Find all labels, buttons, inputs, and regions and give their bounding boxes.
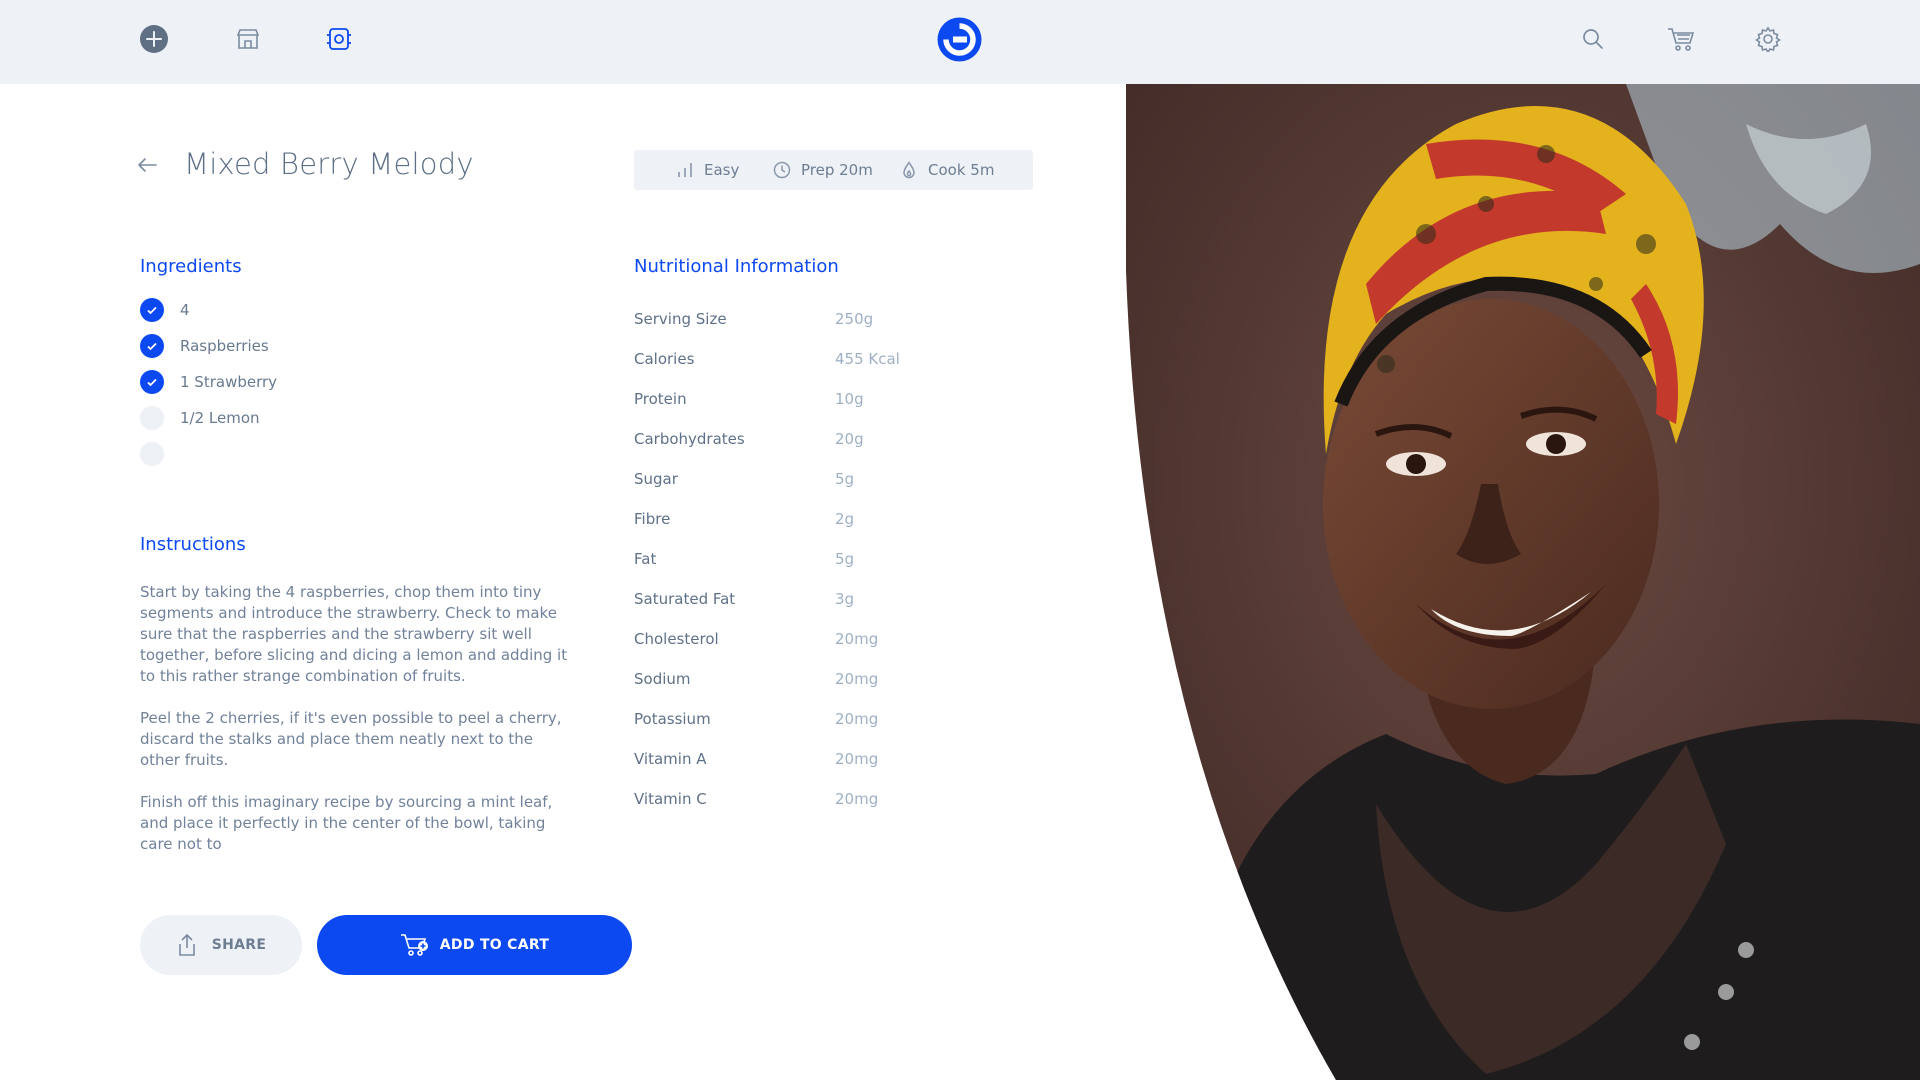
nutrient-name: Carbohydrates (634, 430, 745, 448)
ingredient-item[interactable]: 1/2 Lemon (140, 406, 260, 430)
ingredient-label: 1 Strawberry (180, 373, 278, 391)
fridge-icon[interactable] (323, 23, 355, 55)
nutrient-value: 20g (835, 430, 864, 448)
add-to-cart-label: ADD TO CART (439, 937, 550, 953)
nutrient-value: 5g (835, 470, 855, 488)
settings-icon[interactable] (1752, 23, 1784, 55)
nutrient-name: Sodium (634, 670, 691, 688)
nutrient-value: 20mg (835, 790, 879, 808)
nutrient-value: 10g (835, 390, 864, 408)
search-icon[interactable] (1577, 23, 1609, 55)
instructions-heading: Instructions (140, 534, 246, 555)
plus-circle-icon[interactable] (138, 23, 170, 55)
ingredient-label: Raspberries (180, 337, 269, 355)
nutrient-name: Sugar (634, 470, 678, 488)
cart-add-icon (400, 934, 428, 956)
top-navigation-bar (0, 0, 1920, 84)
nutrient-value: 250g (835, 310, 874, 328)
nutrient-name: Protein (634, 390, 687, 408)
store-icon[interactable] (232, 23, 264, 55)
instruction-paragraph: Finish off this imaginary recipe by sour… (140, 793, 553, 853)
nutrient-value: 20mg (835, 750, 879, 768)
prep-time-item: Prep 20m (773, 161, 873, 179)
instruction-paragraph: Start by taking the 4 raspberries, chop … (140, 583, 568, 685)
nutrient-name: Vitamin A (634, 750, 707, 768)
ingredient-item[interactable]: 1 Strawberry (140, 370, 277, 394)
checkbox-unchecked[interactable] (140, 442, 164, 466)
nutrient-value: 455 Kcal (835, 350, 900, 368)
checkbox-unchecked[interactable] (140, 406, 164, 430)
add-to-cart-button[interactable]: ADD TO CART (317, 915, 632, 975)
nutrient-name: Potassium (634, 710, 711, 728)
ingredient-item[interactable]: Raspberries (140, 334, 269, 358)
nutrient-name: Calories (634, 350, 695, 368)
hero-photo (1126, 84, 1920, 1080)
share-button[interactable]: SHARE (140, 915, 302, 975)
difficulty-item: Easy (676, 161, 739, 179)
checkbox-checked[interactable] (140, 370, 164, 394)
cook-time-item: Cook 5m (900, 161, 994, 179)
ingredient-label: 1/2 Lemon (180, 409, 260, 427)
difficulty-label: Easy (704, 161, 740, 179)
clock-icon (773, 161, 791, 179)
share-button-label: SHARE (211, 937, 267, 953)
nutrient-value: 20mg (835, 710, 879, 728)
nutrient-name: Fat (634, 550, 657, 568)
difficulty-bars-icon (678, 163, 692, 177)
recipe-meta-bar: Easy Prep 20m Cook 5m (634, 150, 1033, 190)
recipe-title: Mixed Berry Melody (184, 147, 474, 181)
instruction-paragraph: Peel the 2 cherries, if it's even possib… (140, 709, 562, 769)
flame-icon (903, 161, 915, 179)
checkbox-checked[interactable] (140, 334, 164, 358)
nutrient-name: Saturated Fat (634, 590, 736, 608)
nutrition-heading: Nutritional Information (634, 256, 839, 277)
checkbox-checked[interactable] (140, 298, 164, 322)
ingredient-label: 4 (180, 301, 190, 319)
nutrient-value: 2g (835, 510, 855, 528)
ingredient-item[interactable]: 4 (140, 298, 190, 322)
back-arrow-icon[interactable] (136, 154, 158, 176)
nutrient-value: 5g (835, 550, 855, 568)
share-icon (178, 933, 195, 956)
nutrient-value: 20mg (835, 630, 879, 648)
nutrient-name: Serving Size (634, 310, 727, 328)
prep-time-label: Prep 20m (801, 161, 873, 179)
nutrient-value: 20mg (835, 670, 879, 688)
nutrient-name: Cholesterol (634, 630, 719, 648)
ingredient-item[interactable] (140, 442, 180, 466)
nutrient-name: Vitamin C (634, 790, 707, 808)
brand-logo[interactable] (937, 17, 982, 62)
cart-icon[interactable] (1665, 23, 1697, 55)
nutrient-name: Fibre (634, 510, 671, 528)
nutrient-value: 3g (835, 590, 855, 608)
ingredients-heading: Ingredients (140, 256, 242, 277)
cook-time-label: Cook 5m (928, 161, 995, 179)
